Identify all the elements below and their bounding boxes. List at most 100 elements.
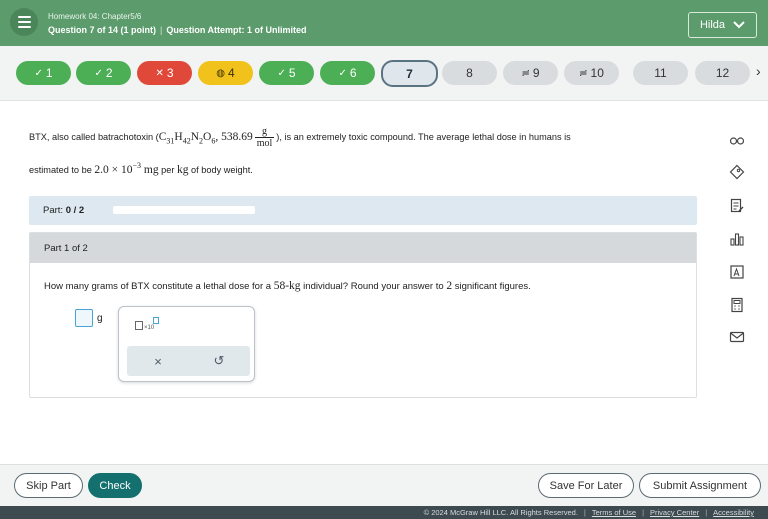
part-question: How many grams of BTX constitute a letha…: [44, 280, 531, 292]
pill-label: 2: [105, 66, 113, 80]
per-text: per: [158, 164, 177, 175]
times-ten-label: ×10: [144, 325, 155, 331]
base-box-icon: [135, 321, 143, 330]
pill-label: 3: [166, 66, 174, 80]
header-bar: Homework 04: Chapter5/6 Question 7 of 14…: [0, 0, 768, 46]
question-pill-3[interactable]: ✕ 3: [137, 61, 192, 85]
molar-mass: 538.69: [221, 130, 253, 143]
palette-actions: × ↺: [127, 346, 250, 376]
element-n: N: [190, 130, 200, 143]
pill-label: 9: [532, 66, 540, 80]
pill-label: 10: [590, 66, 604, 80]
part-label-text: Part:: [43, 205, 64, 216]
question-info: Question 7 of 14 (1 point) | Question Atte…: [48, 25, 307, 35]
approx-icon: ≓: [579, 67, 588, 79]
ask-text-end: significant figures.: [452, 281, 531, 292]
approx-icon: ≓: [521, 67, 530, 79]
part-progress-track: [113, 206, 255, 214]
question-pill-10[interactable]: ≓ 10: [564, 61, 619, 85]
separator: |: [705, 508, 708, 517]
intro-text: BTX, also called batrachotoxin (: [29, 131, 159, 142]
check-icon: ✓: [34, 67, 43, 79]
check-icon: ✓: [94, 67, 103, 79]
exponent-box-icon: [153, 317, 159, 324]
scientific-notation-button[interactable]: ×10: [135, 317, 161, 335]
undo-icon[interactable]: ↺: [209, 353, 229, 369]
part-header-text: Part 1 of 2: [44, 243, 88, 254]
mail-icon[interactable]: [727, 327, 747, 347]
molar-mass-unit: g mol: [254, 126, 275, 149]
ask-text: How many grams of BTX constitute a letha…: [44, 281, 274, 292]
question-navigation: ✓ 1 ✓ 2 ✕ 3 ◍ 4 ✓ 5 ✓ 6 7 8 ≓ 9 ≓ 10 11 12 ›: [0, 46, 768, 101]
homework-title: Homework 04: Chapter5/6: [48, 12, 142, 21]
comma: ,: [215, 130, 219, 143]
question-text-line-1: BTX, also called batrachotoxin (C31H42N2…: [29, 126, 571, 149]
accessibility-link[interactable]: Accessibility: [713, 508, 754, 517]
question-pill-11[interactable]: 11: [633, 61, 688, 85]
cross-icon: ✕: [155, 67, 164, 79]
skip-part-button[interactable]: Skip Part: [14, 473, 83, 498]
save-for-later-button[interactable]: Save For Later: [538, 473, 634, 498]
ask-text-mid: individual? Round your answer to: [300, 281, 447, 292]
dose-text: estimated to be: [29, 164, 95, 175]
menu-icon[interactable]: [10, 8, 38, 36]
privacy-link[interactable]: Privacy Center: [650, 508, 699, 517]
pill-label: 5: [288, 66, 296, 80]
terms-link[interactable]: Terms of Use: [592, 508, 636, 517]
check-button[interactable]: Check: [88, 473, 142, 498]
separator: |: [642, 508, 645, 517]
textbook-icon[interactable]: [727, 262, 747, 282]
question-number: Question 7 of 14 (1 point): [48, 25, 157, 35]
copyright-bar: © 2024 McGraw Hill LLC. All Rights Reser…: [0, 506, 768, 519]
mass-value: 58: [273, 280, 286, 292]
attempt-info: Question Attempt: 1 of Unlimited: [166, 25, 307, 35]
pill-label: 6: [349, 66, 357, 80]
question-pill-8[interactable]: 8: [442, 61, 497, 85]
question-pill-2[interactable]: ✓ 2: [76, 61, 131, 85]
question-pill-6[interactable]: ✓ 6: [320, 61, 375, 85]
question-pill-1[interactable]: ✓ 1: [16, 61, 71, 85]
question-pill-5[interactable]: ✓ 5: [259, 61, 314, 85]
part-label: Part: 0 / 2: [43, 205, 84, 216]
clear-icon[interactable]: ×: [148, 353, 168, 369]
answer-input[interactable]: [75, 309, 93, 327]
question-pill-9[interactable]: ≓ 9: [503, 61, 558, 85]
check-icon: ✓: [338, 67, 347, 79]
mass-unit: kg: [289, 280, 301, 292]
dose-value: 2.0 × 10−3 mg: [94, 161, 159, 176]
pill-label: 12: [715, 66, 730, 80]
pill-label: 1: [45, 66, 53, 80]
pill-label: 4: [228, 66, 235, 80]
question-pill-12[interactable]: 12: [695, 61, 750, 85]
chevron-right-icon[interactable]: ›: [756, 63, 761, 79]
pill-label: 8: [466, 66, 473, 80]
question-pill-7[interactable]: 7: [381, 60, 438, 87]
part-header: Part 1 of 2: [30, 233, 696, 263]
dose-unit: mg: [143, 163, 159, 176]
part-progress-bar: Part: 0 / 2: [29, 196, 697, 225]
question-pill-4[interactable]: ◍ 4: [198, 61, 253, 85]
unit-numerator: g: [254, 126, 275, 138]
unit-denominator: mol: [256, 138, 273, 149]
notes-icon[interactable]: [727, 196, 747, 216]
check-icon: ✓: [277, 67, 286, 79]
intro-text-end: ), is an extremely toxic compound. The a…: [276, 131, 571, 142]
copyright-text: © 2024 McGraw Hill LLC. All Rights Reser…: [423, 508, 578, 517]
dose-text-end: of body weight.: [188, 164, 253, 175]
formula: C31H42N2O6, 538.69: [159, 130, 253, 146]
user-menu-button[interactable]: Hilda: [688, 12, 757, 38]
question-text-line-2: estimated to be 2.0 × 10−3 mg per kg of …: [29, 161, 253, 176]
glasses-icon[interactable]: [727, 130, 747, 150]
submit-assignment-button[interactable]: Submit Assignment: [639, 473, 761, 498]
tag-icon[interactable]: [727, 162, 747, 182]
subscript-h: 42: [182, 136, 191, 146]
calculator-icon[interactable]: [727, 295, 747, 315]
pill-label: 7: [406, 66, 413, 81]
chart-icon[interactable]: [727, 229, 747, 249]
chevron-down-icon: [733, 21, 745, 29]
info-separator: |: [160, 25, 163, 35]
pill-label: 11: [654, 66, 667, 80]
element-h: H: [174, 130, 183, 143]
dose-coefficient: 2.0 × 10: [94, 163, 133, 176]
answer-unit: g: [97, 313, 103, 324]
